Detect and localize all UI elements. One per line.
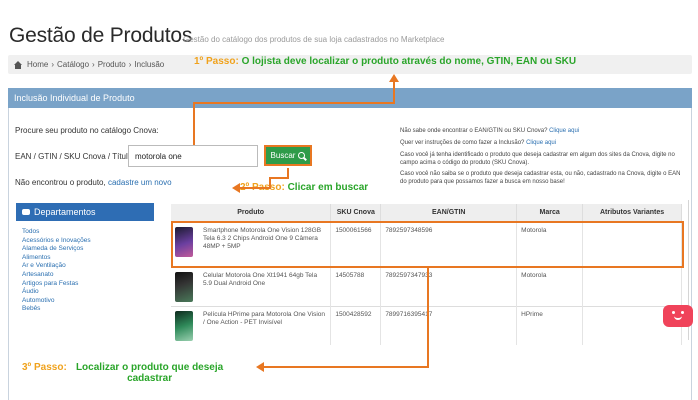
search-button-label: Buscar (270, 151, 296, 160)
departments-list: Todos Acessórios e Inovações Alameda de … (22, 228, 91, 314)
chat-bot-icon[interactable] (663, 305, 693, 327)
step2-text: Clicar em buscar (287, 182, 369, 193)
breadcrumb-produto[interactable]: Produto (98, 60, 126, 69)
column-header-sku: SKU Cnova (330, 204, 382, 222)
ean-cell: 7892597347933 (380, 266, 518, 306)
column-header-produto: Produto (171, 204, 332, 222)
help-instructions-link[interactable]: Clique aqui (526, 140, 556, 146)
step3-text: Localizar o produto que deseja cadastrar (75, 362, 224, 384)
table-row[interactable]: Celular Motorola One Xt1941 64gb Tela 5.… (171, 266, 682, 306)
step3-number: 3º Passo: (22, 362, 67, 373)
help-ean-link[interactable]: Clique aqui (549, 128, 579, 134)
help-ean-text: Não sabe onde encontrar o EAN/GTIN ou SK… (400, 128, 548, 134)
help-sku-paragraph: Caso você já tenha identificado o produt… (400, 152, 675, 166)
page-subtitle: Gestão do catálogo dos produtos de sua l… (183, 35, 445, 44)
department-item[interactable]: Artesanato (22, 271, 91, 280)
product-cell: Película HPrime para Motorola One Vision… (171, 305, 332, 345)
column-header-ean: EAN/GTIN (380, 204, 518, 222)
column-header-marca: Marca (516, 204, 584, 222)
ean-cell: 7899716395417 (380, 305, 518, 345)
department-item[interactable]: Acessórios e Inovações (22, 237, 91, 246)
product-name: Película HPrime para Motorola One Vision… (203, 310, 325, 326)
step1-text: O lojista deve localizar o produto atrav… (241, 56, 577, 67)
home-icon (14, 60, 22, 69)
table-row[interactable]: Película HPrime para Motorola One Vision… (171, 305, 682, 345)
not-found-message: Não encontrou o produto, cadastre um nov… (15, 178, 172, 187)
department-item[interactable]: Automotivo (22, 297, 91, 306)
help-ean-paragraph: Caso você não saiba se o produto que des… (400, 171, 681, 185)
department-item[interactable]: Bebês (22, 305, 91, 314)
speech-bubble-icon (22, 209, 30, 215)
column-header-atributos: Atributos Variantes (582, 204, 682, 222)
help-ean-question: Não sabe onde encontrar o EAN/GTIN ou SK… (400, 127, 688, 135)
step1-arrowhead (389, 74, 399, 82)
sku-cell: 14505788 (330, 266, 382, 306)
chat-bot-eye (672, 311, 675, 314)
panel-header: Inclusão Individual de Produto (8, 88, 692, 108)
breadcrumb-catalogo[interactable]: Catálogo (57, 60, 89, 69)
search-input[interactable] (128, 145, 258, 167)
step1-number: 1º Passo: (194, 56, 239, 67)
chat-bot-mouth (674, 316, 682, 320)
department-item[interactable]: Ar e Ventilação (22, 262, 91, 271)
search-label: Procure seu produto no catálogo Cnova: (15, 126, 159, 135)
phone-thumbnail (175, 271, 193, 302)
breadcrumb-separator: › (51, 60, 55, 69)
register-new-link[interactable]: cadastre um novo (108, 178, 172, 187)
help-instructions-text: Quer ver instruções de como fazer a Incl… (400, 140, 525, 146)
department-item[interactable]: Alimentos (22, 254, 91, 263)
product-cell: Celular Motorola One Xt1941 64gb Tela 5.… (171, 266, 332, 306)
highlight-box (171, 221, 684, 268)
brand-cell: HPrime (516, 305, 584, 345)
brand-cell: Motorola (516, 266, 584, 306)
breadcrumb-inclusao: Inclusão (134, 60, 165, 69)
not-found-text: Não encontrou o produto, (15, 178, 106, 187)
department-item[interactable]: Todos (22, 228, 91, 237)
search-icon (298, 152, 306, 159)
step2-annotation: 2º Passo: Clicar em buscar (240, 182, 368, 193)
product-name: Celular Motorola One Xt1941 64gb Tela 5.… (203, 271, 318, 287)
sku-cell: 1500428592 (330, 305, 382, 345)
department-item[interactable]: Alameda de Serviços (22, 245, 91, 254)
help-instructions-question: Quer ver instruções de como fazer a Incl… (400, 139, 688, 147)
chat-bot-eye (681, 311, 684, 314)
department-item[interactable]: Áudio (22, 288, 91, 297)
step2-number: 2º Passo: (240, 182, 285, 193)
attributes-cell (582, 266, 682, 306)
breadcrumb-home[interactable]: Home (27, 60, 48, 69)
breadcrumb-separator: › (128, 60, 132, 69)
department-item[interactable]: Artigos para Festas (22, 280, 91, 289)
phone-thumbnail (175, 310, 193, 341)
departments-title: Departamentos (34, 207, 96, 217)
code-label: EAN / GTIN / SKU Cnova / Título (15, 152, 133, 161)
step3-annotation: 3º Passo: Localizar o produto que deseja… (22, 362, 230, 384)
step1-annotation: 1º Passo: O lojista deve localizar o pro… (194, 56, 576, 67)
departments-header: Departamentos (16, 203, 154, 221)
search-button[interactable]: Buscar (264, 145, 312, 166)
breadcrumb-separator: › (92, 60, 95, 69)
table-header-row: Produto SKU Cnova EAN/GTIN Marca Atribut… (171, 204, 682, 222)
page-title: Gestão de Produtos (9, 24, 193, 47)
